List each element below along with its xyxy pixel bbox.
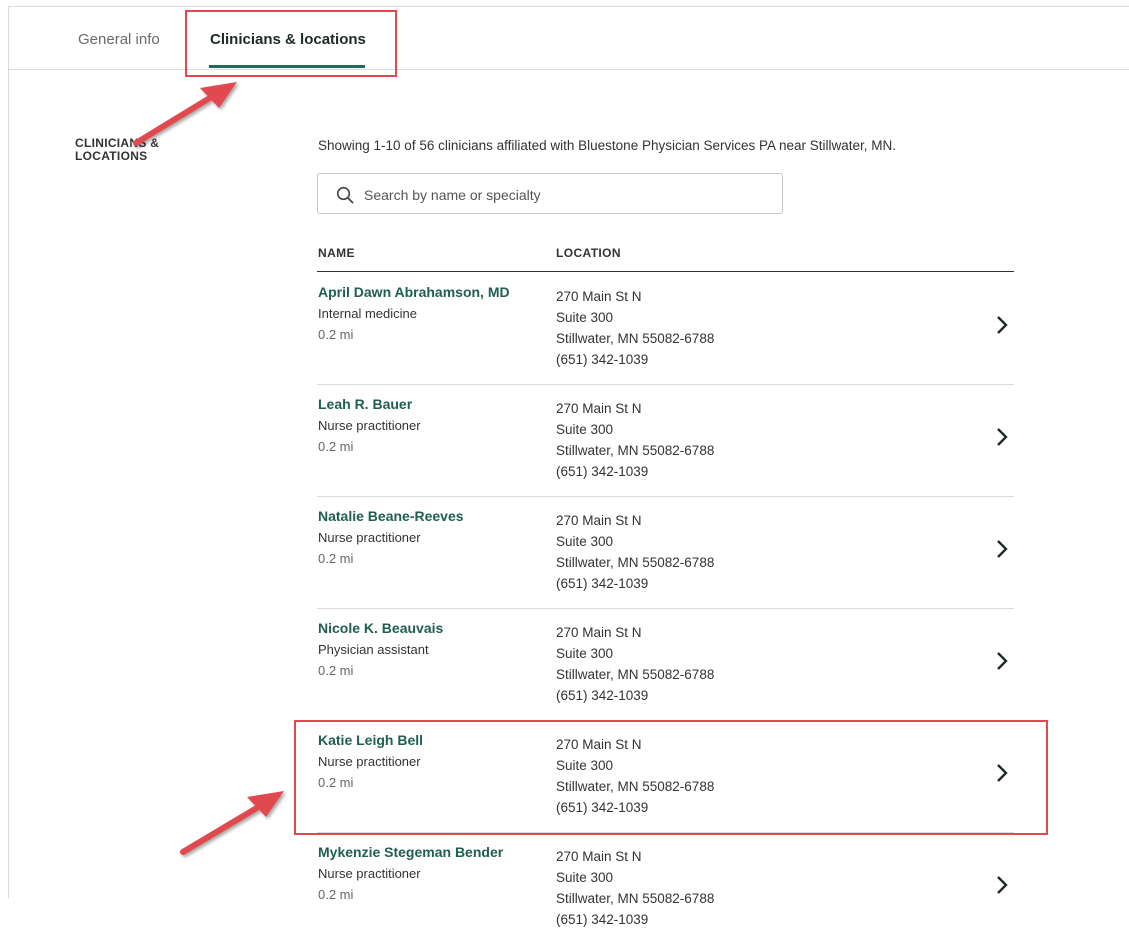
address-phone: (651) 342-1039 [556, 688, 649, 703]
address-city: Stillwater, MN 55082-6788 [556, 891, 715, 906]
clinician-distance: 0.2 mi [318, 887, 354, 902]
clinician-specialty: Nurse practitioner [318, 418, 421, 433]
clinician-specialty: Internal medicine [318, 306, 417, 321]
clinician-row[interactable]: Leah R. Bauer Nurse practitioner 0.2 mi … [317, 384, 1014, 497]
tab-bar: General info Clinicians & locations [9, 7, 1129, 70]
clinician-row[interactable]: Katie Leigh Bell Nurse practitioner 0.2 … [317, 720, 1014, 833]
clinician-specialty: Nurse practitioner [318, 754, 421, 769]
clinician-name[interactable]: Leah R. Bauer [318, 396, 412, 412]
clinician-location: 270 Main St N Suite 300 Stillwater, MN 5… [556, 846, 714, 930]
address-street: 270 Main St N [556, 849, 642, 864]
active-tab-indicator [209, 65, 365, 68]
clinician-specialty: Nurse practitioner [318, 530, 421, 545]
address-phone: (651) 342-1039 [556, 576, 649, 591]
search-icon [336, 186, 354, 204]
clinician-row[interactable]: Mykenzie Stegeman Bender Nurse practitio… [317, 832, 1014, 944]
clinician-name[interactable]: Katie Leigh Bell [318, 732, 423, 748]
address-city: Stillwater, MN 55082-6788 [556, 555, 715, 570]
clinician-distance: 0.2 mi [318, 439, 354, 454]
address-street: 270 Main St N [556, 737, 642, 752]
address-street: 270 Main St N [556, 625, 642, 640]
address-phone: (651) 342-1039 [556, 352, 649, 367]
address-street: 270 Main St N [556, 289, 642, 304]
address-phone: (651) 342-1039 [556, 464, 649, 479]
clinician-specialty: Nurse practitioner [318, 866, 421, 881]
tab-general-info[interactable]: General info [78, 31, 160, 48]
column-header-name: NAME [318, 246, 355, 260]
chevron-right-icon[interactable] [995, 314, 1009, 336]
address-suite: Suite 300 [556, 758, 614, 773]
address-city: Stillwater, MN 55082-6788 [556, 443, 715, 458]
address-suite: Suite 300 [556, 534, 614, 549]
address-phone: (651) 342-1039 [556, 912, 649, 927]
chevron-right-icon[interactable] [995, 650, 1009, 672]
search-box[interactable] [317, 173, 783, 215]
chevron-right-icon[interactable] [995, 426, 1009, 448]
clinician-distance: 0.2 mi [318, 551, 354, 566]
address-city: Stillwater, MN 55082-6788 [556, 779, 715, 794]
clinician-distance: 0.2 mi [318, 775, 354, 790]
address-city: Stillwater, MN 55082-6788 [556, 331, 715, 346]
results-summary: Showing 1-10 of 56 clinicians affiliated… [318, 138, 897, 153]
clinician-name[interactable]: April Dawn Abrahamson, MD [318, 284, 510, 300]
address-suite: Suite 300 [556, 422, 614, 437]
search-input[interactable] [362, 174, 766, 215]
address-suite: Suite 300 [556, 870, 614, 885]
clinician-distance: 0.2 mi [318, 663, 354, 678]
clinician-location: 270 Main St N Suite 300 Stillwater, MN 5… [556, 734, 714, 818]
chevron-right-icon[interactable] [995, 874, 1009, 896]
chevron-right-icon[interactable] [995, 762, 1009, 784]
address-street: 270 Main St N [556, 513, 642, 528]
address-suite: Suite 300 [556, 646, 614, 661]
address-phone: (651) 342-1039 [556, 800, 649, 815]
clinician-row[interactable]: Natalie Beane-Reeves Nurse practitioner … [317, 496, 1014, 609]
address-street: 270 Main St N [556, 401, 642, 416]
tab-clinicians-locations[interactable]: Clinicians & locations [210, 31, 366, 48]
clinician-row[interactable]: April Dawn Abrahamson, MD Internal medic… [317, 272, 1014, 385]
clinician-location: 270 Main St N Suite 300 Stillwater, MN 5… [556, 622, 714, 706]
page-frame: General info Clinicians & locations CLIN… [8, 6, 1129, 927]
clinician-name[interactable]: Natalie Beane-Reeves [318, 508, 464, 524]
clinician-location: 270 Main St N Suite 300 Stillwater, MN 5… [556, 286, 714, 370]
address-suite: Suite 300 [556, 310, 614, 325]
clinician-specialty: Physician assistant [318, 642, 429, 657]
clinician-name[interactable]: Nicole K. Beauvais [318, 620, 443, 636]
clinician-name[interactable]: Mykenzie Stegeman Bender [318, 844, 503, 860]
chevron-right-icon[interactable] [995, 538, 1009, 560]
column-header-location: LOCATION [556, 246, 621, 260]
clinician-location: 270 Main St N Suite 300 Stillwater, MN 5… [556, 398, 714, 482]
clinician-location: 270 Main St N Suite 300 Stillwater, MN 5… [556, 510, 714, 594]
clinician-distance: 0.2 mi [318, 327, 354, 342]
clinician-row[interactable]: Nicole K. Beauvais Physician assistant 0… [317, 608, 1014, 721]
address-city: Stillwater, MN 55082-6788 [556, 667, 715, 682]
section-title: CLINICIANS & LOCATIONS [75, 136, 160, 163]
